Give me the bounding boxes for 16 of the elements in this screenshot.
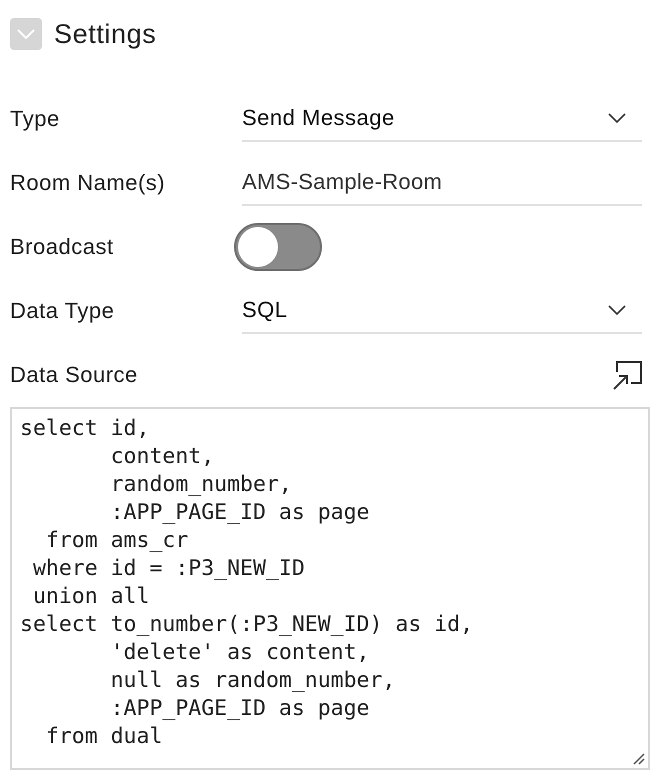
field-label: Data Type <box>10 298 114 324</box>
section-title: Settings <box>54 18 156 50</box>
field-label: Data Source <box>10 362 138 388</box>
code-editor-field[interactable]: select id, content, random_number, :APP_PAGE_ID as page from ams_cr where id = :P3_NEW_ID union all select to_number(:P3_NEW_ID) as id, 'delete' as content, null as random_number, :APP_PAGE_ID as page from dual <box>10 407 650 770</box>
field-label: Room Name(s) <box>10 170 166 196</box>
field-label: Type <box>10 106 60 132</box>
input-field[interactable]: AMS-Sample-Room <box>242 159 642 206</box>
toggle-switch[interactable] <box>234 223 322 271</box>
dropdown-field[interactable]: Send Message <box>242 95 642 142</box>
expand-icon[interactable] <box>611 358 643 390</box>
chevron-down-icon <box>608 112 626 122</box>
field-label: Broadcast <box>10 234 114 260</box>
resize-handle-icon[interactable] <box>633 753 645 765</box>
chevron-down-icon <box>17 29 35 39</box>
dropdown-field[interactable]: SQL <box>242 287 642 334</box>
chevron-down-icon <box>608 304 626 314</box>
